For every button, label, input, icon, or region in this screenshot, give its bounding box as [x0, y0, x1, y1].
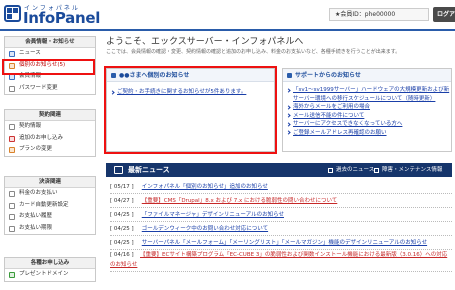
arrow-right-icon [286, 121, 291, 127]
sidebar-item-label: 追加のお申し込み [19, 134, 64, 141]
money-icon [9, 191, 15, 197]
sidebar-group-contract: 契約関連 契約情報 追加のお申し込み プランの変更 [4, 109, 96, 157]
member-id-label: ★会員ID：phe00000 [329, 8, 429, 21]
header: インフォパネル InfoPanel ★会員ID：phe00000 ログアウト [0, 0, 455, 31]
sidebar-item-label: 料金のお支払い [19, 190, 58, 196]
support-link[interactable]: サーバーにアクセスできなくなっている方へ [283, 120, 451, 129]
page-title: ようこそ、エックスサーバー・インフォパネルへ [106, 37, 304, 47]
document-icon [9, 124, 15, 130]
sidebar-item-label: お支払い期限 [19, 224, 53, 231]
sidebar-item-label: プレゼントドメイン [19, 271, 69, 277]
support-link-text[interactable]: 海外からメールをご利用の場合 [293, 104, 370, 110]
support-link-text[interactable]: メール送信不能の件について [293, 113, 364, 119]
news-row[interactable]: [ 04/25 ] ゴールデンウィーク中のお問い合わせ対応について [110, 222, 452, 236]
sidebar-item-news[interactable]: ニュース [5, 48, 95, 60]
arrow-right-icon [286, 130, 291, 135]
news-date: [ 04/25 ] [110, 226, 134, 232]
history-icon [9, 214, 15, 220]
individual-notice-highlight [2, 59, 95, 75]
calendar-icon [9, 225, 15, 232]
news-date: [ 04/25 ] [110, 212, 134, 218]
sidebar-group-applications: 各種お申し込み プレゼントドメイン [4, 257, 96, 282]
sidebar-group-payment: 決済関連 料金のお支払い カード自動更新設定 お支払い履歴 お支払い期限 [4, 176, 96, 235]
support-notice-panel: サポートからのお知らせ 「sv1～sv1999サーバー」ハードウェアの大規模更新… [282, 68, 452, 152]
news-date: [ 05/17 ] [110, 184, 134, 190]
refresh-icon [9, 147, 15, 153]
news-title: 最新ニュース [128, 166, 170, 174]
news-link[interactable]: インフォパネル「個別のお知らせ」追加のお知らせ [142, 184, 268, 190]
member-notice-highlight [104, 66, 277, 154]
support-link[interactable]: 「sv1～sv1999サーバー」ハードウェアの大規模更新および新サーバー環境への… [283, 86, 451, 103]
sidebar-group-title: 契約関連 [5, 110, 95, 121]
news-header: 最新ニュース 過去のニュース 障害・メンテナンス情報 [106, 163, 452, 177]
arrow-right-icon [286, 113, 291, 118]
sidebar-item-label: 契約情報 [19, 123, 42, 129]
arrow-right-icon [286, 104, 291, 110]
sidebar-item-card-auto-renew[interactable]: カード自動更新設定 [5, 200, 95, 212]
news-row[interactable]: [ 05/17 ] インフォパネル「個別のお知らせ」追加のお知らせ [110, 180, 452, 194]
sidebar-item-label: お支払い履歴 [19, 213, 53, 219]
tab-past-news[interactable]: 過去のニュース [328, 165, 374, 175]
gift-icon [9, 272, 15, 278]
sidebar-item-payment-deadline[interactable]: お支払い期限 [5, 223, 95, 235]
support-link[interactable]: メール送信不能の件について [283, 112, 451, 121]
news-link[interactable]: ゴールデンウィーク中のお問い合わせ対応について [142, 226, 268, 232]
support-link-text[interactable]: ご登録メールアドレス再確認のお願い [293, 130, 387, 136]
news-link[interactable]: サーバーパネル「メールフォーム」「メーリングリスト」「メールマガジン」機能のデザ… [142, 240, 427, 246]
sidebar-item-contract-info[interactable]: 契約情報 [5, 121, 95, 133]
intro-text: ここでは、会員情報の確認・変更、契約情報の確認と追加のお申し込み、料金のお支払い… [106, 49, 401, 55]
list-icon [374, 167, 379, 173]
add-icon [9, 135, 15, 142]
support-link[interactable]: ご登録メールアドレス再確認のお願い [283, 129, 451, 138]
support-icon [287, 73, 292, 78]
key-icon [9, 85, 15, 92]
news-row[interactable]: [ 04/16 ] 【重要】ECサイト構築プログラム「EC-CUBE 3」の脆弱… [110, 250, 452, 272]
news-row[interactable]: [ 04/25 ] サーバーパネル「メールフォーム」「メーリングリスト」「メール… [110, 236, 452, 250]
logo-text[interactable]: InfoPanel [23, 9, 100, 27]
sidebar-item-payment[interactable]: 料金のお支払い [5, 188, 95, 200]
tab-maintenance-label: 障害・メンテナンス情報 [382, 167, 443, 173]
arrow-right-icon [286, 87, 291, 93]
support-link-text[interactable]: サーバーにアクセスできなくなっている方へ [293, 121, 402, 127]
sidebar-group-title: 決済関連 [5, 177, 95, 188]
sidebar-item-present-domain[interactable]: プレゼントドメイン [5, 269, 95, 281]
news-row[interactable]: [ 04/27 ] 【重要】CMS「Drupal」8.x および 7.x におけ… [110, 194, 452, 208]
sidebar-item-additional-order[interactable]: 追加のお申し込み [5, 133, 95, 145]
list-icon [328, 167, 333, 173]
support-notice-title-text: サポートからのお知らせ [295, 72, 361, 79]
support-link-text[interactable]: 「sv1～sv1999サーバー」ハードウェアの大規模更新および新サーバー環境への… [293, 87, 449, 102]
news-date: [ 04/25 ] [110, 240, 134, 246]
sidebar-group-title: 会員情報・お知らせ [5, 37, 95, 48]
sidebar-item-label: プランの変更 [19, 146, 53, 152]
news-row[interactable]: [ 04/25 ] 「ファイルマネージャ」デザインリニューアルのお知らせ [110, 208, 452, 222]
tab-maintenance[interactable]: 障害・メンテナンス情報 [374, 165, 442, 175]
tab-past-news-label: 過去のニュース [336, 167, 375, 173]
sidebar-item-payment-history[interactable]: お支払い履歴 [5, 211, 95, 223]
news-link[interactable]: 【重要】ECサイト構築プログラム「EC-CUBE 3」の脆弱性および関数インスト… [110, 252, 447, 268]
logout-button[interactable]: ログアウト [433, 7, 455, 22]
news-date: [ 04/27 ] [110, 198, 134, 204]
card-icon [9, 202, 15, 209]
news-icon [9, 51, 15, 57]
news-icon [114, 166, 123, 174]
sidebar-item-label: パスワード変更 [19, 84, 58, 91]
sidebar-group-title: 各種お申し込み [5, 258, 95, 269]
news-link[interactable]: 「ファイルマネージャ」デザインリニューアルのお知らせ [142, 212, 284, 218]
sidebar-item-label: カード自動更新設定 [19, 201, 69, 208]
sidebar-item-password[interactable]: パスワード変更 [5, 83, 95, 95]
sidebar-item-label: ニュース [19, 50, 41, 56]
support-notice-title: サポートからのお知らせ [283, 69, 451, 82]
logo-icon [4, 5, 21, 22]
news-link[interactable]: 【重要】CMS「Drupal」8.x および 7.x における脆弱性の問い合わせ… [142, 198, 338, 204]
support-link[interactable]: 海外からメールをご利用の場合 [283, 103, 451, 112]
sidebar-item-plan-change[interactable]: プランの変更 [5, 144, 95, 156]
news-date: [ 04/16 ] [110, 252, 134, 258]
